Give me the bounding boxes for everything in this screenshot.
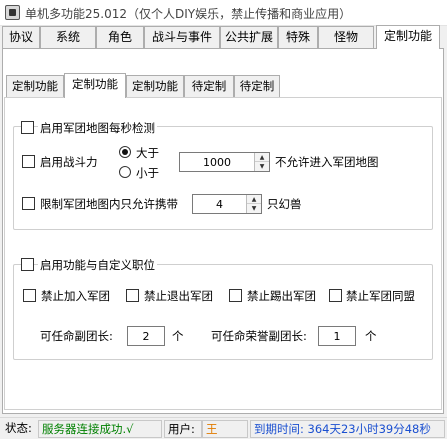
tab-battle-events[interactable]: 战斗与事件 bbox=[144, 26, 220, 48]
subtab-custom-3[interactable]: 定制功能 bbox=[126, 75, 184, 97]
spinner-up-icon[interactable]: ▲ bbox=[247, 195, 261, 204]
honor-vice-leader-box bbox=[318, 326, 356, 346]
tab-public-extension[interactable]: 公共扩展 bbox=[220, 26, 278, 48]
custom-position-title: 启用功能与自定义职位 bbox=[38, 257, 157, 273]
enable-power-label: 启用战斗力 bbox=[40, 155, 98, 169]
power-suffix-label: 不允许进入军团地图 bbox=[275, 155, 379, 169]
app-icon bbox=[5, 5, 20, 20]
radio-less-than[interactable] bbox=[119, 166, 131, 178]
honor-vice-leader-input[interactable] bbox=[319, 327, 355, 345]
legion-map-check-title: 启用军团地图每秒检测 bbox=[38, 120, 157, 136]
status-label: 状态: bbox=[2, 420, 36, 438]
spinner-up-icon[interactable]: ▲ bbox=[255, 153, 269, 162]
pet-limit-spinner: ▲ ▼ bbox=[192, 194, 262, 214]
spinner-down-icon[interactable]: ▼ bbox=[255, 162, 269, 171]
honor-vice-leader-unit: 个 bbox=[365, 329, 377, 343]
spinner-down-icon[interactable]: ▼ bbox=[247, 204, 261, 213]
vice-leader-box bbox=[127, 326, 165, 346]
tab-system[interactable]: 系统 bbox=[40, 26, 96, 48]
tab-character[interactable]: 角色 bbox=[96, 26, 144, 48]
pet-limit-input[interactable] bbox=[193, 195, 246, 213]
forbid-join-label: 禁止加入军团 bbox=[41, 289, 110, 303]
forbid-kick-label: 禁止踢出军团 bbox=[247, 289, 316, 303]
forbid-kick-checkbox[interactable] bbox=[229, 289, 242, 302]
user-name: 王 bbox=[202, 420, 248, 438]
custom-position-group bbox=[13, 264, 433, 360]
enable-power-checkbox[interactable] bbox=[22, 155, 35, 168]
radio-less-label: 小于 bbox=[136, 166, 159, 180]
enable-custom-position-checkbox[interactable] bbox=[21, 258, 34, 271]
expire-time-text: 到期时间: 364天23小时39分48秒 bbox=[250, 420, 445, 438]
user-label: 用户: bbox=[164, 420, 202, 438]
tab-protocol[interactable]: 协议 bbox=[2, 26, 40, 48]
tab-special[interactable]: 特殊 bbox=[278, 26, 318, 48]
main-tab-bar: 协议 系统 角色 战斗与事件 公共扩展 特殊 怪物 定制功能 bbox=[0, 25, 447, 49]
forbid-alliance-label: 禁止军团同盟 bbox=[346, 289, 415, 303]
limit-pets-suffix: 只幻兽 bbox=[267, 197, 302, 211]
forbid-leave-checkbox[interactable] bbox=[126, 289, 139, 302]
title-bar: 单机多功能25.012（仅个人DIY娱乐，禁止传播和商业应用） bbox=[0, 0, 447, 26]
subtab-pending-1[interactable]: 待定制 bbox=[184, 75, 234, 97]
server-status-text: 服务器连接成功.√ bbox=[38, 420, 162, 438]
vice-leader-label: 可任命副团长: bbox=[40, 329, 113, 343]
forbid-join-checkbox[interactable] bbox=[23, 289, 36, 302]
subtab-custom-2[interactable]: 定制功能 bbox=[64, 73, 126, 98]
forbid-alliance-checkbox[interactable] bbox=[329, 289, 342, 302]
status-bar: 状态: 服务器连接成功.√ 用户: 王 到期时间: 364天23小时39分48秒 bbox=[0, 417, 447, 439]
vice-leader-input[interactable] bbox=[128, 327, 164, 345]
vice-leader-unit: 个 bbox=[172, 329, 184, 343]
tab-monster[interactable]: 怪物 bbox=[318, 26, 374, 48]
subtab-pending-2[interactable]: 待定制 bbox=[234, 75, 280, 97]
limit-pets-label: 限制军团地图内只允许携带 bbox=[40, 197, 178, 211]
enable-legion-map-check-checkbox[interactable] bbox=[21, 121, 34, 134]
forbid-leave-label: 禁止退出军团 bbox=[144, 289, 213, 303]
limit-pets-checkbox[interactable] bbox=[22, 197, 35, 210]
radio-greater-label: 大于 bbox=[136, 146, 159, 160]
power-value-spinner: ▲ ▼ bbox=[179, 152, 270, 172]
tab-custom-functions[interactable]: 定制功能 bbox=[376, 25, 440, 49]
subtab-custom-1[interactable]: 定制功能 bbox=[6, 75, 64, 97]
legion-map-check-group bbox=[13, 126, 433, 230]
radio-greater-than[interactable] bbox=[119, 146, 131, 158]
honor-vice-leader-label: 可任命荣誉副团长: bbox=[211, 329, 307, 343]
window-title: 单机多功能25.012（仅个人DIY娱乐，禁止传播和商业应用） bbox=[25, 7, 352, 21]
power-value-input[interactable] bbox=[180, 153, 254, 171]
